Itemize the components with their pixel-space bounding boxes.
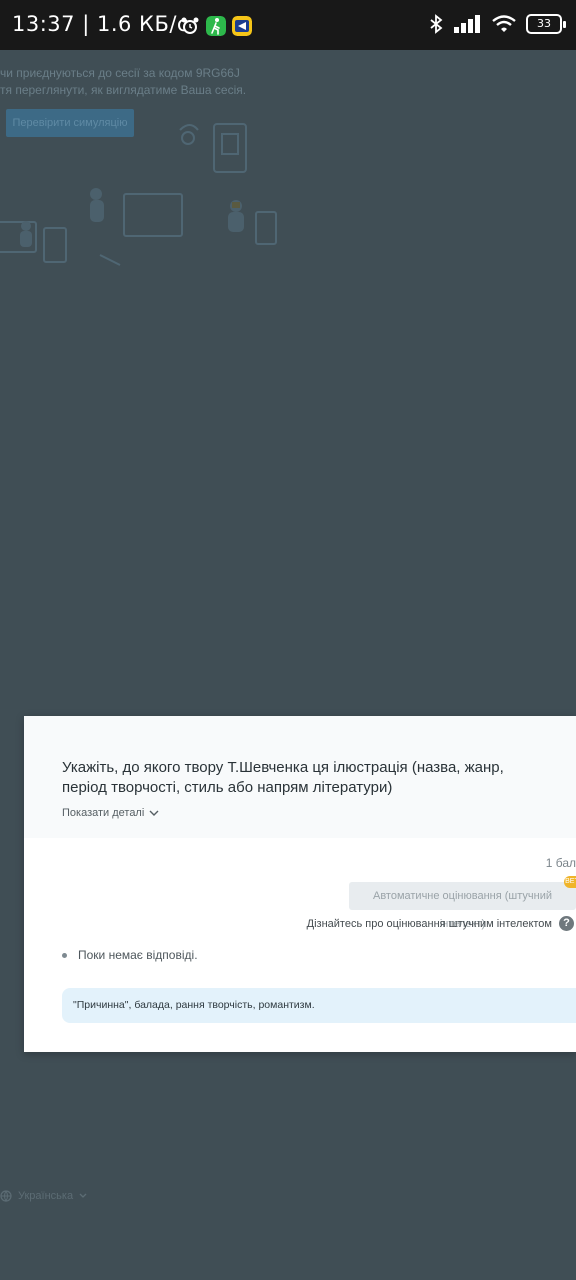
bullet-icon [62,952,67,958]
show-details-label: Показати деталі [62,807,145,819]
alarm-icon [181,17,199,34]
signal-icon [454,15,480,33]
bank-app-icon [232,16,252,36]
beta-badge: BETA [564,876,576,888]
system-icons: 33 [428,14,566,34]
answer-box: "Причинна", балада, рання творчість, ром… [62,988,576,1023]
language-selector: Українська [0,1190,87,1202]
bluetooth-icon [430,14,443,34]
chevron-down-icon [79,1193,87,1198]
devices-illustration [0,123,277,266]
notification-icons [180,16,252,36]
bg-preview-text: тя переглянути, як виглядатиме Ваша сесі… [0,83,247,97]
answer-text: "Причинна", балада, рання творчість, ром… [73,999,315,1011]
points-label: 1 бал [545,856,576,870]
no-answer-text: Поки немає відповіді. [78,948,198,962]
background-page: чи приєднуються до сесії за кодом 9RG66J… [0,50,576,1280]
status-time: 13:37 | 1.6 КБ/с [12,12,189,36]
wifi-icon [492,15,516,32]
status-bar: 13:37 | 1.6 КБ/с 33 [0,0,576,50]
no-answer-item: Поки немає відповіді. [62,948,198,962]
learn-ai-grading-label: Дізнайтесь про оцінювання штучним інтеле… [306,917,552,930]
globe-icon [0,1190,12,1202]
learn-ai-grading-link[interactable]: Дізнайтесь про оцінювання штучним інтеле… [307,916,574,931]
fitness-app-icon [206,16,226,36]
question-title: Укажіть, до якого твору Т.Шевченка ця іл… [62,759,504,796]
ai-grading-button[interactable]: Автоматичне оцінювання (штучний інтелект… [349,882,576,930]
bg-session-text: чи приєднуються до сесії за кодом 9RG66J [0,66,240,80]
help-icon[interactable]: ? [559,916,574,931]
question-modal: Укажіть, до якого твору Т.Шевченка ця іл… [24,716,576,1052]
chevron-down-icon [149,810,159,816]
show-details-toggle[interactable]: Показати деталі [62,807,159,819]
battery-icon: 33 [526,14,566,34]
question-header: Укажіть, до якого твору Т.Шевченка ця іл… [24,716,576,838]
language-label: Українська [18,1190,74,1202]
